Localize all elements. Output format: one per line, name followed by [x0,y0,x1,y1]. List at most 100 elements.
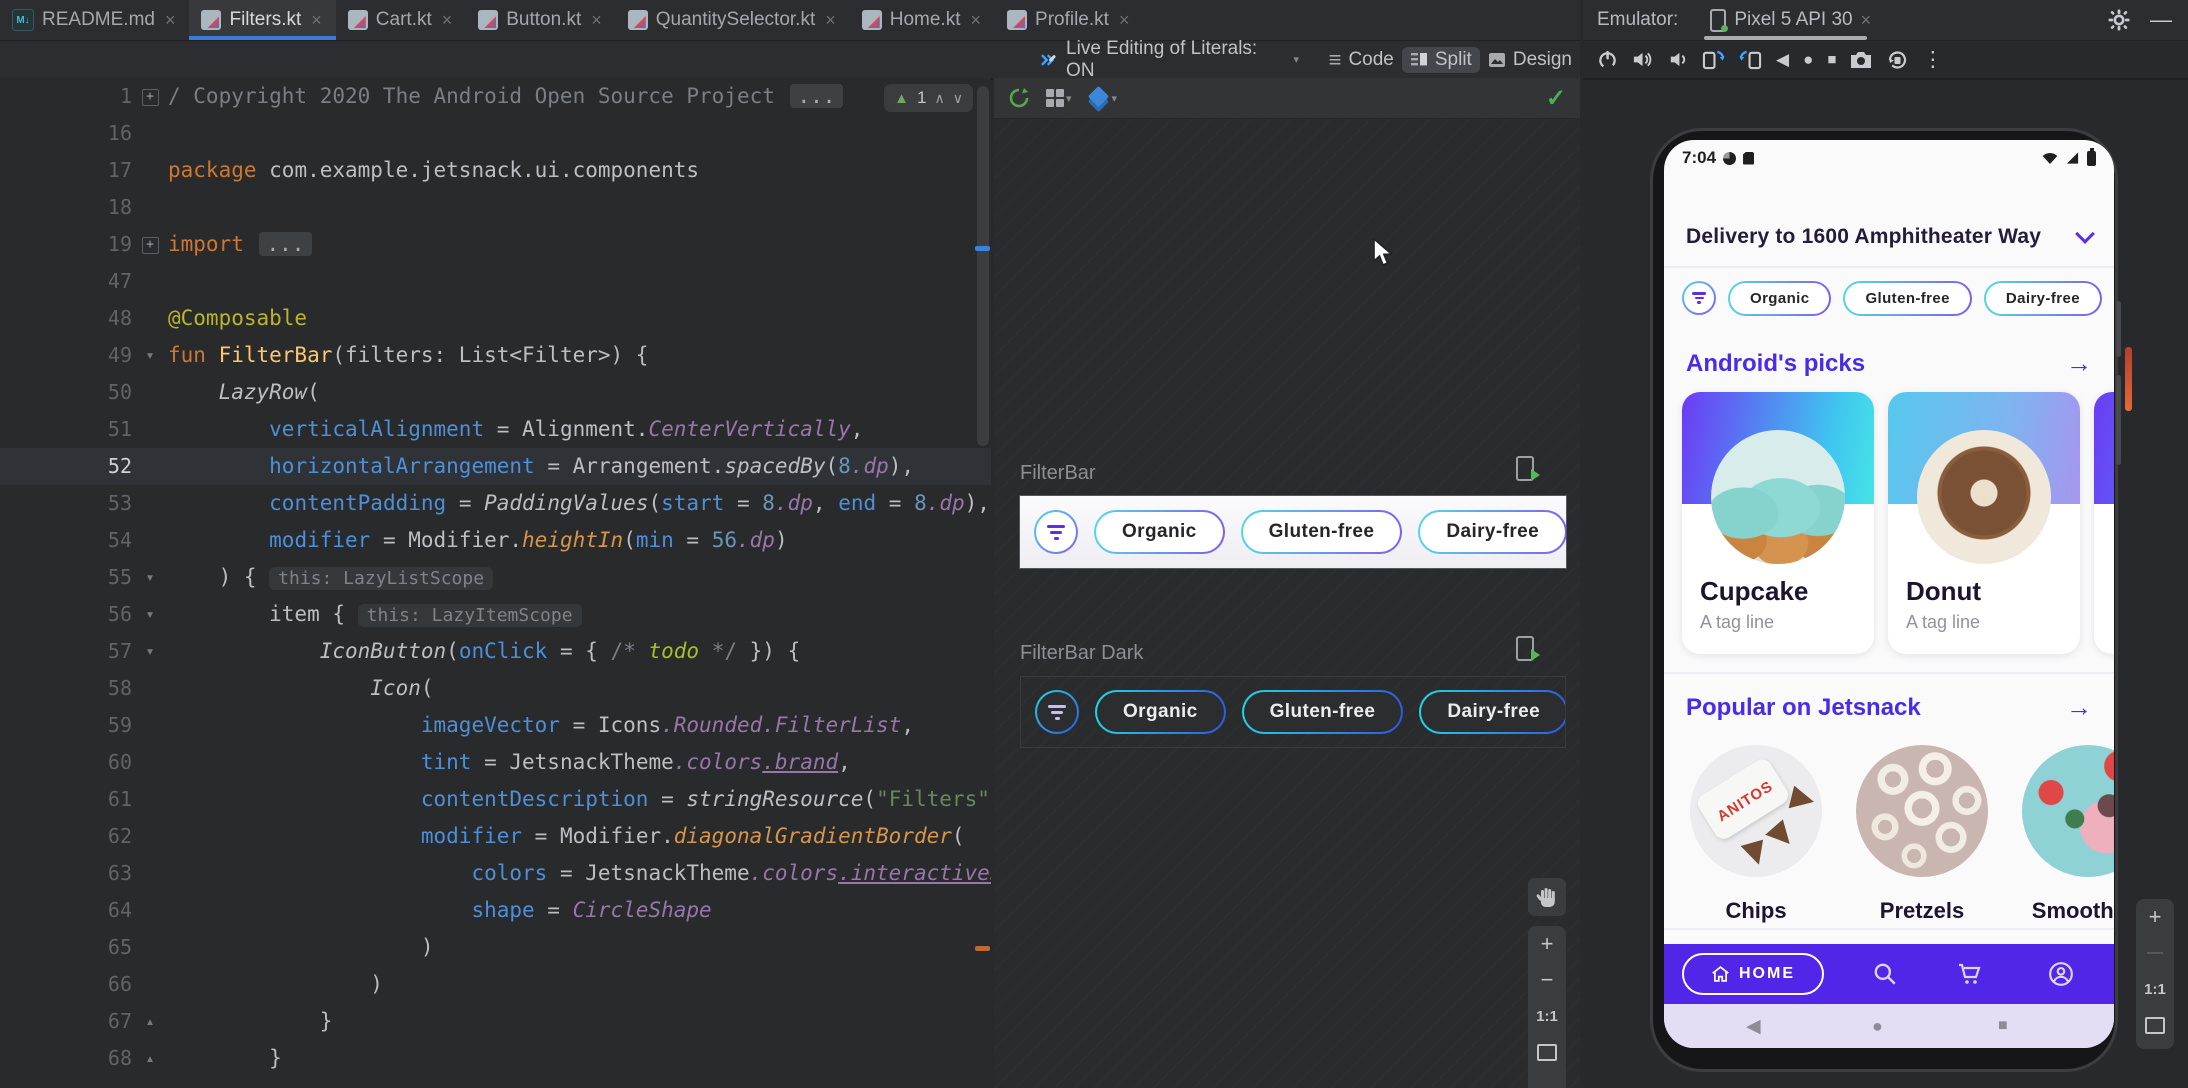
code-line[interactable]: 56 ▾ item { this: LazyItemScope [0,596,991,633]
zoom-out-button[interactable]: − [1528,962,1566,998]
code-line[interactable]: 53 contentPadding = PaddingValues(start … [0,485,991,522]
zoom-in-button[interactable]: + [2136,899,2174,935]
design-view-button[interactable]: Design [1480,47,1580,73]
code-line[interactable]: 63 colors = JetsnackTheme.colors.interac… [0,855,991,892]
zoom-to-fit-button[interactable] [1528,1034,1566,1070]
popular-item-smoothies[interactable] [2022,745,2114,877]
code-line[interactable]: 62 modifier = Modifier.diagonalGradientB… [0,818,991,855]
snack-card-partial[interactable] [2094,392,2114,654]
code-line[interactable]: 55 ▾ ) { this: LazyListScope [0,559,991,596]
hide-panel-icon[interactable]: — [2150,7,2172,33]
filter-chip-organic[interactable]: Organic [1728,281,1831,316]
tab-Filters.kt[interactable]: Filters.kt × [189,0,337,40]
code-line[interactable]: 52 horizontalArrangement = Arrangement.s… [0,448,991,485]
code-line[interactable]: 50 LazyRow( [0,374,991,411]
close-icon[interactable]: × [165,10,176,31]
split-view-button[interactable]: Split [1401,46,1480,73]
pan-tool-button[interactable] [1528,878,1566,916]
tab-Cart.kt[interactable]: Cart.kt × [336,0,466,40]
close-icon[interactable]: × [825,10,836,31]
close-icon[interactable]: × [1119,10,1130,31]
zoom-actual-button[interactable]: 1:1 [1528,998,1566,1034]
zoom-actual-button[interactable]: 1:1 [2136,971,2174,1007]
code-line[interactable]: 68 ▴ } [0,1040,991,1077]
fold-expand-icon[interactable]: + [141,89,159,106]
inspections-widget[interactable]: ▲ 1 ∧ ∨ [884,84,973,112]
layers-button[interactable]: ▾ [1087,85,1117,113]
zoom-in-button[interactable]: + [1528,926,1566,962]
emulator-device-tab[interactable]: Pixel 5 API 30 × [1700,0,1881,40]
nav-search-icon[interactable] [1872,961,1898,987]
filter-chip-dairy-free[interactable]: Dairy-free [1984,281,2102,316]
code-line[interactable]: 61 contentDescription = stringResource("… [0,781,991,818]
filter-icon[interactable] [1034,510,1078,554]
code-line[interactable]: 19 + import ... [0,226,991,263]
filter-icon[interactable] [1035,690,1079,734]
close-icon[interactable]: × [1861,10,1872,31]
nav-profile-icon[interactable] [2048,961,2074,987]
close-icon[interactable]: × [971,10,982,31]
code-line[interactable]: 47 [0,263,991,300]
todo-stripe-mark[interactable] [975,946,990,951]
snack-card-cupcake[interactable]: Cupcake A tag line [1682,392,1874,654]
code-line[interactable]: 65 ) [0,929,991,966]
screenshot-camera-icon[interactable] [1850,50,1872,70]
view-options-button[interactable]: ▾ [1046,89,1072,107]
close-icon[interactable]: × [442,10,453,31]
filter-chip-gluten-free[interactable]: Gluten-free [1241,510,1403,554]
tab-Button.kt[interactable]: Button.kt × [466,0,616,40]
code-line[interactable]: 1 + / Copyright 2020 The Android Open Sour… [0,78,991,115]
close-icon[interactable]: × [311,10,322,31]
filter-chip-gluten-free[interactable]: Gluten-free [1242,690,1404,734]
code-view-button[interactable]: ≡ Code [1321,45,1402,75]
code-line[interactable]: 48 @Composable [0,300,991,337]
delivery-selector[interactable]: Delivery to 1600 Amphitheater Way [1664,214,2114,260]
code-line[interactable]: 51 verticalAlignment = Alignment.CenterV… [0,411,991,448]
overview-icon[interactable]: ■ [1827,51,1836,68]
volume-up-icon[interactable] [1632,49,1653,70]
more-options-icon[interactable]: ⋮ [1922,47,1943,72]
editor-scrollbar[interactable] [977,86,989,446]
tab-QuantitySelector.kt[interactable]: QuantitySelector.kt × [616,0,850,40]
code-line[interactable]: 58 Icon( [0,670,991,707]
filter-chip-dairy-free[interactable]: Dairy-free [1419,690,1565,734]
build-refresh-icon[interactable] [1008,87,1030,109]
prev-issue-icon[interactable]: ∧ [935,90,945,107]
filter-chip-gluten-free[interactable]: Gluten-free [1843,281,1971,316]
popular-item-pretzels[interactable] [1856,745,1988,877]
run-preview-on-device-icon[interactable] [1514,456,1540,482]
filter-chip-dairy-free[interactable]: Dairy-free [1418,510,1566,554]
android-overview-icon[interactable]: ■ [1998,1017,2008,1035]
preview-filterbar-dark[interactable]: Organic Gluten-free Dairy-free [1020,676,1566,748]
tab-Home.kt[interactable]: Home.kt × [850,0,995,40]
tab-README.md[interactable]: M↓ README.md × [0,0,189,40]
zoom-out-button[interactable]: — [2136,935,2174,971]
tab-Profile.kt[interactable]: Profile.kt × [995,0,1143,40]
android-home-icon[interactable]: ● [1872,1016,1883,1037]
filter-icon[interactable] [1682,281,1716,315]
code-line[interactable]: 18 [0,189,991,226]
code-line[interactable]: 49 ▾ fun FilterBar(filters: List<Filter>) … [0,337,991,374]
run-preview-on-device-icon[interactable] [1514,636,1540,662]
rotate-left-icon[interactable] [1702,49,1725,70]
code-line[interactable]: 57 ▾ IconButton(onClick = { /* todo */ })… [0,633,991,670]
code-line[interactable]: 54 modifier = Modifier.heightIn(min = 56… [0,522,991,559]
reset-rotation-icon[interactable] [1886,49,1908,71]
code-line[interactable]: 16 [0,115,991,152]
nav-home-button[interactable]: HOME [1682,953,1824,995]
gear-icon[interactable] [2108,9,2130,31]
code-line[interactable]: 64 shape = CircleShape [0,892,991,929]
live-edit-toggle[interactable]: Live Editing of Literals: ON ▾ [1032,36,1307,84]
code-line[interactable]: 59 imageVector = Icons.Rounded.FilterLis… [0,707,991,744]
code-editor[interactable]: 1 + / Copyright 2020 The Android Open Sour… [0,78,991,1088]
fold-expand-icon[interactable]: + [141,237,159,254]
volume-down-icon[interactable] [1667,49,1688,70]
home-icon[interactable]: ● [1803,50,1813,70]
arrow-right-icon[interactable]: → [2066,348,2092,379]
snack-card-donut[interactable]: Donut A tag line [1888,392,2080,654]
android-back-icon[interactable]: ◀ [1746,1015,1761,1038]
nav-cart-icon[interactable] [1956,961,1982,987]
zoom-to-fit-button[interactable] [2136,1007,2174,1043]
rotate-right-icon[interactable] [1739,49,1762,70]
code-line[interactable]: 67 ▴ } [0,1003,991,1040]
